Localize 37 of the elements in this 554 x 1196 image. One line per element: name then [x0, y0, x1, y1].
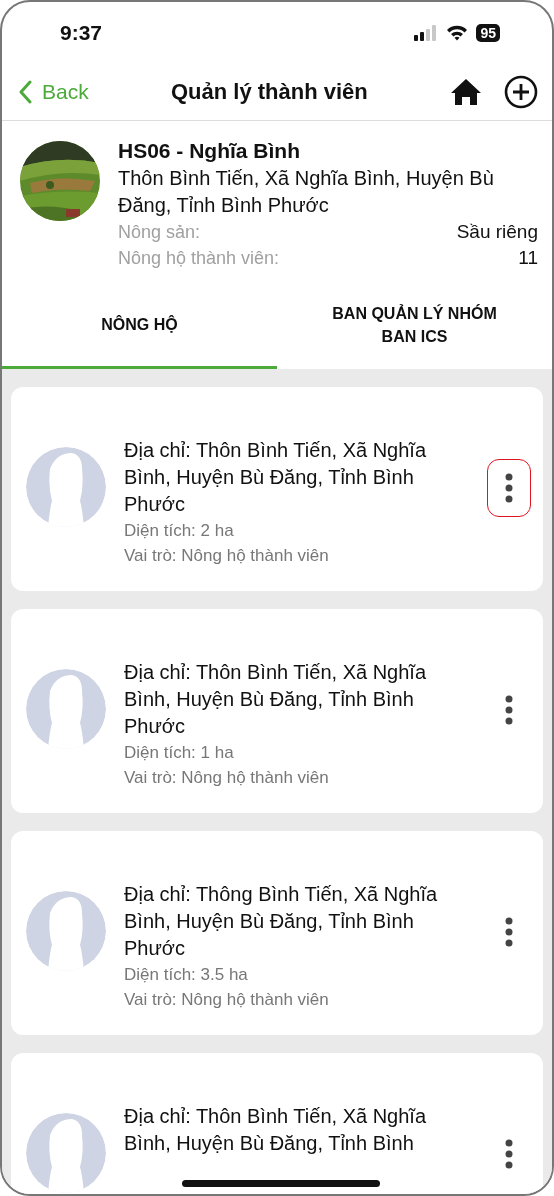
member-role: Vai trò: Nông hộ thành viên	[124, 545, 330, 567]
more-button[interactable]	[487, 459, 531, 517]
chevron-left-icon	[18, 80, 32, 104]
avatar-icon	[26, 447, 106, 527]
avatar-icon	[26, 1113, 106, 1193]
member-area: Diện tích: 3.5 ha	[124, 962, 469, 987]
member-area: Diện tích: 2 ha	[124, 518, 469, 543]
member-address: Địa chỉ: Thôn Bình Tiến, Xã Nghĩa Bình, Huyện Bù Đăng, Tỉnh Bình Phước	[124, 660, 428, 739]
member-address: Địa chỉ: Thôn Bình Tiến, Xã Nghĩa Bình, Huyện Bù Đăng, Tỉnh Bình Phước	[124, 438, 428, 517]
member-card[interactable]: Địa chỉ: Thôn Bình Tiến, Xã Nghĩa Bình, Huyện Bù Đăng, Tỉnh Bình	[11, 1053, 543, 1194]
member-address: Địa chỉ: Thôn Bình Tiến, Xã Nghĩa Bình, Huyện Bù Đăng, Tỉnh Bình	[124, 1104, 428, 1156]
more-vertical-icon	[505, 473, 513, 503]
battery-level: 95	[476, 24, 500, 42]
member-card[interactable]: Địa chỉ: Thôn Bình Tiến, Xã Nghĩa Bình, Huyện Bù Đăng, Tỉnh Bình Phước Diện tích: 1 ha Vai trò: Nông hộ thành viên	[11, 609, 543, 813]
more-vertical-icon	[505, 695, 513, 725]
detail-value: 11	[518, 246, 538, 270]
member-area: Diện tích: 1 ha	[124, 740, 469, 765]
detail-label: Nông hộ thành viên:	[118, 247, 280, 270]
add-icon[interactable]	[504, 75, 538, 109]
avatar-icon	[26, 891, 106, 971]
member-card[interactable]: Địa chỉ: Thông Bình Tiến, Xã Nghĩa Bình, Huyện Bù Đăng, Tỉnh Bình Phước Diện tích: 3.5 ha Vai trò: Nông hộ thành viên	[11, 831, 543, 1035]
status-time: 9:37	[60, 21, 103, 45]
member-role: Vai trò: Nông hộ thành viên	[124, 989, 330, 1011]
member-role: Vai trò: Nông hộ thành viên	[124, 767, 330, 789]
avatar-icon	[26, 669, 106, 749]
detail-label: Nông sản:	[118, 221, 201, 244]
detail-value: Sầu riêng	[456, 220, 538, 244]
group-address: Thôn Bình Tiến, Xã Nghĩa Bình, Huyện Bù Đăng, Tỉnh Bình Phước	[118, 166, 495, 218]
signal-icon	[414, 25, 439, 41]
member-address: Địa chỉ: Thông Bình Tiến, Xã Nghĩa Bình, Huyện Bù Đăng, Tỉnh Bình Phước	[124, 882, 439, 961]
group-name: HS06 - Nghĩa Bình	[118, 139, 302, 163]
more-vertical-icon	[505, 1139, 513, 1169]
wifi-icon	[446, 25, 469, 41]
home-icon[interactable]	[450, 78, 482, 106]
member-card[interactable]: Địa chỉ: Thôn Bình Tiến, Xã Nghĩa Bình, Huyện Bù Đăng, Tỉnh Bình Phước Diện tích: 2 ha Vai trò: Nông hộ thành viên	[11, 387, 543, 591]
page-title: Quản lý thành viên	[169, 79, 369, 105]
more-vertical-icon	[505, 917, 513, 947]
